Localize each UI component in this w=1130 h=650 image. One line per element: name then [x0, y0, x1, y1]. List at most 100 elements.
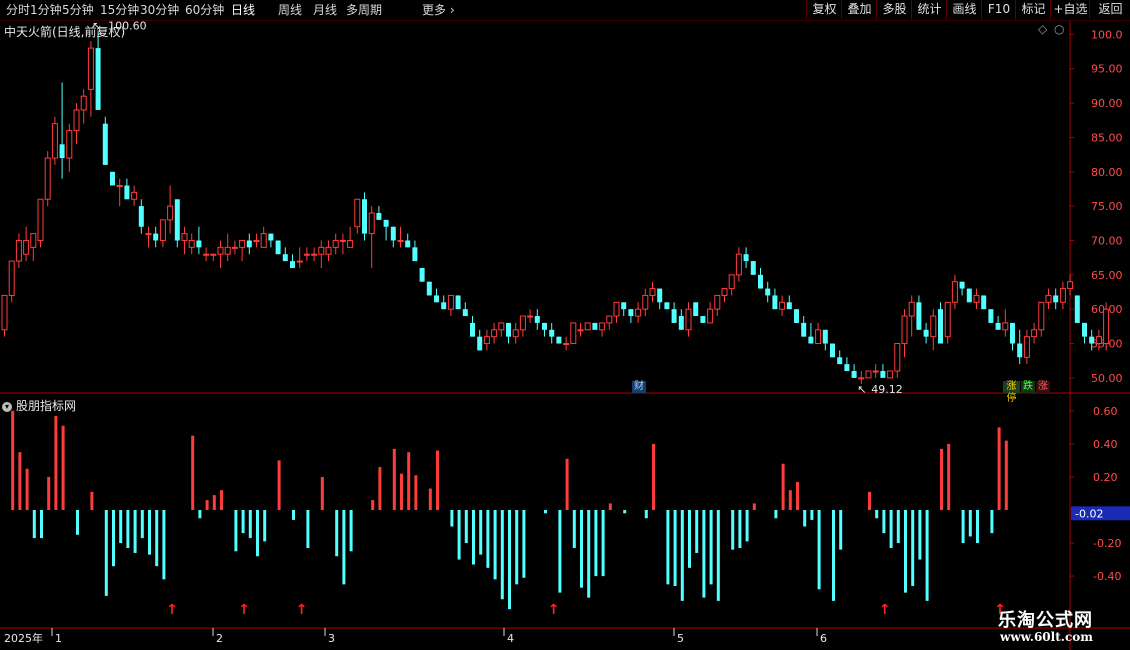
candle[interactable] [887, 370, 894, 379]
candle[interactable] [383, 219, 389, 241]
candle[interactable] [412, 240, 418, 262]
period-tab-0[interactable]: 分时 [6, 0, 30, 20]
period-tab-4[interactable]: 30分钟 [140, 0, 179, 20]
candle[interactable] [51, 116, 58, 165]
candle[interactable] [1, 294, 8, 337]
candle[interactable] [174, 199, 180, 248]
candle[interactable] [66, 123, 73, 172]
candle[interactable] [368, 206, 375, 268]
candle[interactable] [635, 302, 642, 323]
candle[interactable] [657, 288, 663, 310]
toolbar-button-6[interactable]: 标记 [1015, 0, 1051, 19]
badge-up[interactable]: 涨 [1036, 381, 1050, 393]
candle[interactable] [872, 364, 879, 378]
candle[interactable] [95, 30, 101, 110]
candle[interactable] [519, 315, 526, 337]
candle[interactable] [714, 294, 721, 317]
candle[interactable] [1038, 301, 1045, 337]
candle[interactable] [1002, 309, 1009, 337]
candle[interactable] [794, 309, 799, 323]
candle[interactable] [981, 295, 987, 310]
period-tab-6[interactable]: 日线 [231, 0, 255, 20]
candle[interactable] [916, 295, 922, 330]
candle[interactable] [1053, 288, 1059, 310]
candle[interactable] [908, 295, 915, 337]
candle[interactable] [735, 247, 742, 282]
candle[interactable] [303, 247, 310, 262]
candle[interactable] [498, 322, 505, 337]
close-icon[interactable]: ○ [1054, 22, 1064, 36]
candle[interactable] [570, 322, 577, 345]
candle[interactable] [203, 247, 210, 262]
candle[interactable] [275, 240, 281, 255]
candle[interactable] [37, 198, 44, 248]
candle[interactable] [426, 281, 432, 296]
candle[interactable] [851, 364, 857, 378]
candle[interactable] [1082, 322, 1087, 344]
candle[interactable] [750, 261, 756, 275]
candle[interactable] [145, 226, 152, 248]
candle[interactable] [1023, 329, 1030, 365]
candle[interactable] [159, 219, 166, 248]
candle[interactable] [224, 233, 231, 262]
candle[interactable] [685, 302, 692, 337]
candle[interactable] [354, 198, 361, 234]
candle[interactable] [649, 281, 656, 303]
candle[interactable] [786, 295, 792, 310]
candle[interactable] [642, 288, 649, 317]
candle[interactable] [901, 309, 908, 358]
candle[interactable] [30, 233, 37, 262]
candle[interactable] [282, 247, 288, 262]
candle[interactable] [707, 302, 714, 324]
candle[interactable] [584, 322, 591, 331]
candle[interactable] [693, 302, 699, 317]
candle[interactable] [678, 309, 684, 330]
period-tab-7[interactable]: 周线 [278, 0, 302, 20]
candle[interactable] [23, 226, 30, 262]
candle[interactable] [253, 233, 260, 248]
candle[interactable] [606, 315, 613, 330]
candle[interactable] [447, 294, 454, 317]
candle[interactable] [80, 89, 87, 124]
candle[interactable] [217, 240, 224, 268]
candle[interactable] [455, 295, 461, 310]
candle[interactable] [405, 233, 411, 248]
candle[interactable] [1045, 288, 1052, 310]
candle[interactable] [1074, 295, 1080, 323]
candle[interactable] [772, 288, 778, 310]
candle[interactable] [325, 240, 332, 262]
candle[interactable] [196, 226, 202, 255]
candle[interactable] [124, 178, 130, 200]
candle[interactable] [397, 226, 404, 248]
period-tab-5[interactable]: 60分钟 [185, 0, 224, 20]
toolbar-button-8[interactable]: 返回 [1089, 0, 1130, 19]
candle[interactable] [613, 301, 620, 323]
candle[interactable] [332, 233, 339, 255]
candle[interactable] [944, 301, 951, 344]
candle[interactable] [1010, 322, 1015, 351]
candle[interactable] [470, 316, 475, 337]
candle[interactable] [73, 103, 80, 145]
candle[interactable] [59, 82, 65, 179]
candle[interactable] [527, 309, 534, 323]
candle[interactable] [621, 302, 627, 317]
candle[interactable] [815, 322, 822, 345]
candle[interactable] [671, 302, 677, 323]
candle[interactable] [563, 336, 570, 351]
candle[interactable] [728, 274, 735, 296]
candle[interactable] [390, 226, 396, 248]
toolbar-button-1[interactable]: 叠加 [841, 0, 877, 19]
candle[interactable] [87, 41, 94, 117]
candle[interactable] [210, 253, 217, 262]
candle[interactable] [951, 274, 958, 310]
candle[interactable] [512, 322, 519, 344]
candle[interactable] [15, 233, 22, 268]
toolbar-button-3[interactable]: 统计 [911, 0, 947, 19]
candle[interactable] [923, 322, 929, 344]
candle[interactable] [822, 329, 828, 351]
candle[interactable] [765, 281, 771, 303]
candle[interactable] [44, 151, 51, 207]
toolbar-button-0[interactable]: 复权 [806, 0, 842, 19]
period-tab-2[interactable]: 5分钟 [62, 0, 94, 20]
candle[interactable] [721, 288, 728, 303]
